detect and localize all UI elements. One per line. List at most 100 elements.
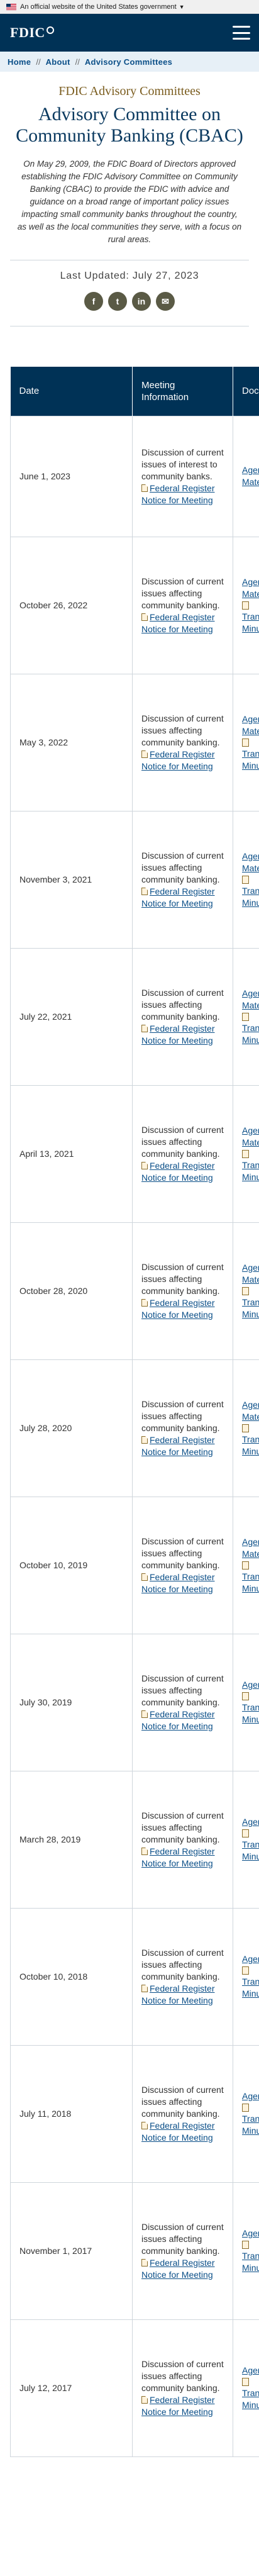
federal-register-notice-link[interactable]: Federal Register Notice for Meeting xyxy=(141,2257,224,2281)
document-link-transcript[interactable]: Transcript xyxy=(242,2387,259,2399)
document-link-transcript[interactable]: Transcript xyxy=(242,1976,259,1988)
email-icon[interactable]: ✉ xyxy=(156,292,175,311)
facebook-icon[interactable]: f xyxy=(84,292,103,311)
document-link-minutes[interactable]: Minutes xyxy=(242,760,259,772)
federal-register-notice-link[interactable]: Federal Register Notice for Meeting xyxy=(141,1571,224,1595)
table-row: October 10, 2019 Discussion of current is… xyxy=(10,1496,259,1634)
document-link-agenda[interactable]: Agenda xyxy=(242,1262,259,1274)
document-link-agenda[interactable]: Agenda xyxy=(242,1399,259,1411)
document-link-agenda[interactable]: Agenda xyxy=(242,850,259,862)
document-link-agenda[interactable]: Agenda xyxy=(242,988,259,1000)
document-link-minutes[interactable]: Minutes xyxy=(242,1714,259,1726)
meeting-date: March 28, 2019 xyxy=(10,1770,133,1909)
document-link-materials[interactable]: Materials xyxy=(242,1000,259,1012)
meeting-documents: AgendaMaterials TranscriptMinutes xyxy=(233,536,259,674)
document-link-minutes[interactable]: Minutes xyxy=(242,2262,259,2274)
document-link-transcript[interactable]: Transcript xyxy=(242,885,259,897)
document-link-agenda[interactable]: Agenda xyxy=(242,713,259,725)
document-link-transcript[interactable]: Transcript xyxy=(242,1434,259,1446)
document-link-agenda[interactable]: Agenda xyxy=(242,2090,259,2102)
federal-register-notice-link[interactable]: Federal Register Notice for Meeting xyxy=(141,886,224,910)
table-row: July 11, 2018 Discussion of current issue… xyxy=(10,2044,259,2183)
document-link-agenda[interactable]: Agenda xyxy=(242,1679,259,1691)
breadcrumb-home[interactable]: Home xyxy=(8,57,31,67)
meeting-date: July 30, 2019 xyxy=(10,1633,133,1771)
document-link-materials[interactable]: Materials xyxy=(242,1411,259,1423)
document-link-agenda[interactable]: Agenda xyxy=(242,1816,259,1828)
fdic-logo[interactable]: FDIC xyxy=(10,25,54,41)
table-row: November 1, 2017 Discussion of current is… xyxy=(10,2182,259,2320)
breadcrumb-about[interactable]: About xyxy=(46,57,70,67)
gov-banner[interactable]: An official website of the United States… xyxy=(0,0,259,14)
document-link-agenda[interactable]: Agenda xyxy=(242,1536,259,1548)
meeting-information: Discussion of current issues affecting c… xyxy=(132,1222,233,1360)
federal-register-notice-link[interactable]: Federal Register Notice for Meeting xyxy=(141,1160,224,1184)
meeting-date: October 28, 2020 xyxy=(10,1222,133,1360)
meeting-date: May 3, 2022 xyxy=(10,673,133,811)
twitter-icon[interactable]: t xyxy=(108,292,127,311)
document-link-materials[interactable]: Materials xyxy=(242,588,259,600)
federal-register-notice-link[interactable]: Federal Register Notice for Meeting xyxy=(141,1023,224,1047)
document-link-transcript[interactable]: Transcript xyxy=(242,611,259,623)
federal-register-notice-link[interactable]: Federal Register Notice for Meeting xyxy=(141,1297,224,1321)
document-link-transcript[interactable]: Transcript xyxy=(242,2113,259,2125)
document-link-agenda[interactable]: Agenda xyxy=(242,576,259,588)
document-link-transcript[interactable]: Transcript xyxy=(242,1296,259,1308)
document-link-agenda[interactable]: Agenda xyxy=(242,464,259,476)
federal-register-notice-link[interactable]: Federal Register Notice for Meeting xyxy=(141,611,224,635)
document-link-transcript[interactable]: Transcript xyxy=(242,748,259,760)
federal-register-notice-link[interactable]: Federal Register Notice for Meeting xyxy=(141,1846,224,1870)
federal-register-notice-link[interactable]: Federal Register Notice for Meeting xyxy=(141,1983,224,2007)
intro-paragraph: On May 29, 2009, the FDIC Board of Direc… xyxy=(17,159,242,244)
document-link-minutes[interactable]: Minutes xyxy=(242,2399,259,2411)
hamburger-menu-icon[interactable] xyxy=(233,26,250,40)
document-link-minutes[interactable]: Minutes xyxy=(242,1171,259,1183)
document-link-agenda[interactable]: Agenda xyxy=(242,1953,259,1965)
document-link-materials[interactable]: Materials xyxy=(242,1137,259,1149)
document-link-minutes[interactable]: Minutes xyxy=(242,2125,259,2137)
federal-register-notice-link[interactable]: Federal Register Notice for Meeting xyxy=(141,2120,224,2144)
document-link-minutes[interactable]: Minutes xyxy=(242,897,259,909)
federal-register-notice-link[interactable]: Federal Register Notice for Meeting xyxy=(141,1709,224,1732)
breadcrumb-advisory-committees[interactable]: Advisory Committees xyxy=(85,57,172,67)
document-link-minutes[interactable]: Minutes xyxy=(242,1988,259,2000)
document-link-transcript[interactable]: Transcript xyxy=(242,1702,259,1714)
federal-register-notice-label: Federal Register Notice for Meeting xyxy=(141,886,215,908)
pdf-icon xyxy=(141,2258,148,2267)
document-link-transcript[interactable]: Transcript xyxy=(242,2250,259,2262)
federal-register-notice-link[interactable]: Federal Register Notice for Meeting xyxy=(141,1434,224,1458)
document-link-agenda[interactable]: Agenda xyxy=(242,2365,259,2377)
meetings-table-container[interactable]: Date Meeting Information Documents June … xyxy=(10,367,259,2457)
meeting-documents: AgendaMaterials TranscriptMinutes xyxy=(233,947,259,1086)
document-link-materials[interactable]: Materials xyxy=(242,476,259,488)
document-link-transcript[interactable]: Transcript xyxy=(242,1022,259,1034)
document-link-minutes[interactable]: Minutes xyxy=(242,1851,259,1863)
document-link-materials[interactable]: Materials xyxy=(242,1548,259,1560)
meeting-information: Discussion of current issues of interest… xyxy=(132,415,233,537)
document-link-materials[interactable]: Materials xyxy=(242,725,259,737)
federal-register-notice-label: Federal Register Notice for Meeting xyxy=(141,482,215,505)
document-link-minutes[interactable]: Minutes xyxy=(242,1308,259,1320)
document-link-minutes[interactable]: Minutes xyxy=(242,1446,259,1458)
federal-register-notice-link[interactable]: Federal Register Notice for Meeting xyxy=(141,749,224,772)
title-area: FDIC Advisory Committees Advisory Commit… xyxy=(0,72,259,246)
document-link-minutes[interactable]: Minutes xyxy=(242,1034,259,1046)
document-link-materials[interactable]: Materials xyxy=(242,862,259,874)
document-link-minutes[interactable]: Minutes xyxy=(242,623,259,635)
document-link-agenda[interactable]: Agenda xyxy=(242,1125,259,1137)
federal-register-notice-link[interactable]: Federal Register Notice for Meeting xyxy=(141,2394,224,2418)
federal-register-notice-link[interactable]: Federal Register Notice for Meeting xyxy=(141,482,224,506)
linkedin-icon[interactable]: in xyxy=(132,292,151,311)
table-row: October 28, 2020 Discussion of current is… xyxy=(10,1222,259,1360)
us-flag-icon xyxy=(6,3,16,10)
pdf-icon xyxy=(141,887,148,895)
document-link-materials[interactable]: Materials xyxy=(242,1274,259,1286)
meeting-date: October 10, 2019 xyxy=(10,1496,133,1634)
document-link-agenda[interactable]: Agenda xyxy=(242,2228,259,2239)
meeting-date: October 10, 2018 xyxy=(10,1907,133,2046)
document-link-minutes[interactable]: Minutes xyxy=(242,1583,259,1595)
document-link-transcript[interactable]: Transcript xyxy=(242,1159,259,1171)
document-link-transcript[interactable]: Transcript xyxy=(242,1571,259,1583)
chevron-down-icon[interactable]: ▼ xyxy=(179,4,185,10)
document-link-transcript[interactable]: Transcript xyxy=(242,1839,259,1851)
